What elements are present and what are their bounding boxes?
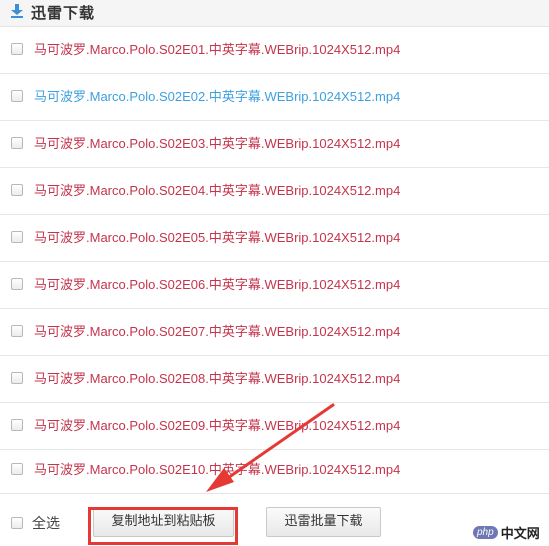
file-row: 马可波罗.Marco.Polo.S02E10.中英字幕.WEBrip.1024X… [0,447,549,494]
file-checkbox[interactable] [11,463,23,475]
download-arrow-icon [11,4,23,18]
copy-address-button[interactable]: 复制地址到粘贴板 [93,507,234,537]
file-row: 马可波罗.Marco.Polo.S02E06.中英字幕.WEBrip.1024X… [0,262,549,309]
watermark-text: 中文网 [500,526,540,542]
file-row: 马可波罗.Marco.Polo.S02E08.中英字幕.WEBrip.1024X… [0,356,549,403]
file-link[interactable]: 马可波罗.Marco.Polo.S02E10.中英字幕.WEBrip.1024X… [34,461,400,479]
file-checkbox[interactable] [11,231,23,243]
section-header: 迅雷下载 [0,0,549,27]
file-link[interactable]: 马可波罗.Marco.Polo.S02E05.中英字幕.WEBrip.1024X… [34,229,400,247]
file-link[interactable]: 马可波罗.Marco.Polo.S02E08.中英字幕.WEBrip.1024X… [34,370,400,388]
file-row: 马可波罗.Marco.Polo.S02E04.中英字幕.WEBrip.1024X… [0,168,549,215]
file-row: 马可波罗.Marco.Polo.S02E01.中英字幕.WEBrip.1024X… [0,27,549,74]
file-link[interactable]: 马可波罗.Marco.Polo.S02E03.中英字幕.WEBrip.1024X… [34,135,400,153]
file-checkbox[interactable] [11,419,23,431]
file-checkbox[interactable] [11,278,23,290]
file-row: 马可波罗.Marco.Polo.S02E03.中英字幕.WEBrip.1024X… [0,121,549,168]
file-checkbox[interactable] [11,43,23,55]
file-row: 马可波罗.Marco.Polo.S02E02.中英字幕.WEBrip.1024X… [0,74,549,121]
file-checkbox[interactable] [11,90,23,102]
file-row: 马可波罗.Marco.Polo.S02E05.中英字幕.WEBrip.1024X… [0,215,549,262]
action-bar: 全选 复制地址到粘贴板 迅雷批量下载 [0,496,549,546]
section-title: 迅雷下载 [31,4,96,22]
select-all-label[interactable]: 全选 [32,513,60,533]
file-checkbox[interactable] [11,325,23,337]
file-link[interactable]: 马可波罗.Marco.Polo.S02E02.中英字幕.WEBrip.1024X… [34,88,400,106]
select-all-checkbox[interactable] [11,517,23,529]
file-link[interactable]: 马可波罗.Marco.Polo.S02E06.中英字幕.WEBrip.1024X… [34,276,400,294]
file-row: 马可波罗.Marco.Polo.S02E09.中英字幕.WEBrip.1024X… [0,403,549,450]
watermark-badge: php [473,525,498,539]
batch-download-button[interactable]: 迅雷批量下载 [266,507,381,537]
file-link[interactable]: 马可波罗.Marco.Polo.S02E01.中英字幕.WEBrip.1024X… [34,41,400,59]
file-checkbox[interactable] [11,137,23,149]
file-link[interactable]: 马可波罗.Marco.Polo.S02E09.中英字幕.WEBrip.1024X… [34,417,400,435]
file-checkbox[interactable] [11,184,23,196]
file-checkbox[interactable] [11,372,23,384]
file-link[interactable]: 马可波罗.Marco.Polo.S02E07.中英字幕.WEBrip.1024X… [34,323,400,341]
file-row: 马可波罗.Marco.Polo.S02E07.中英字幕.WEBrip.1024X… [0,309,549,356]
site-watermark: php 中文网 [473,523,540,542]
file-link[interactable]: 马可波罗.Marco.Polo.S02E04.中英字幕.WEBrip.1024X… [34,182,400,200]
